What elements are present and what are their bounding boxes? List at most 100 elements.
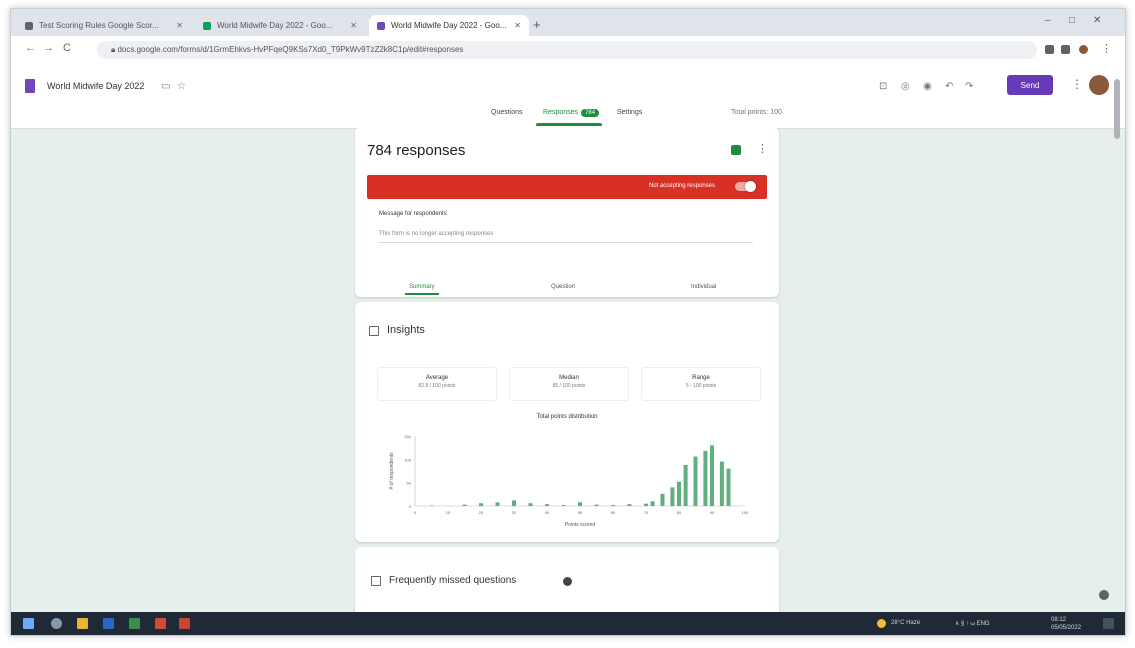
histogram-bar (710, 445, 714, 506)
tab-responses[interactable]: Responses 784 (543, 109, 600, 117)
tab-title: World Midwife Day 2022 - Goo... (391, 21, 507, 30)
message-input[interactable]: This form is no longer accepting respons… (379, 231, 493, 237)
y-tick-label: 100 (404, 457, 411, 462)
tab-questions[interactable]: Questions (491, 109, 523, 116)
responses-summary-card: 784 responses ⋮ Not accepting responses … (355, 127, 779, 297)
addon-icon[interactable]: ⊡ (879, 81, 887, 92)
weather-text[interactable]: 28°C Haze (891, 620, 920, 626)
histogram-bar (726, 468, 731, 506)
stat-range: Range 5 - 100 points (641, 367, 761, 401)
x-tick-label: 0 (414, 510, 417, 515)
histogram-bar (528, 503, 533, 506)
histogram-bar (650, 501, 655, 506)
excel-icon[interactable] (129, 618, 140, 629)
search-icon[interactable] (51, 618, 62, 629)
weather-icon[interactable] (877, 619, 886, 628)
accepting-responses-toggle[interactable] (735, 181, 756, 192)
stat-label: Average (425, 375, 449, 381)
browser-tab-3-active[interactable]: World Midwife Day 2022 - Goo... ✕ (369, 15, 529, 36)
forward-button[interactable]: → (43, 42, 54, 54)
folder-icon[interactable]: ▭ (161, 81, 170, 92)
new-tab-button[interactable]: + (533, 17, 541, 32)
histogram-bar (677, 481, 681, 506)
tab-close-icon[interactable]: ✕ (514, 21, 521, 30)
browser-tab-1[interactable]: Test Scoring Rules Google Scor... ✕ (17, 15, 191, 36)
subtab-summary[interactable]: Summary (409, 284, 435, 290)
sidepanel-icon[interactable] (1061, 45, 1070, 54)
taskbar-clock[interactable]: 08:12 05/05/2022 (1051, 616, 1081, 632)
maximize-button[interactable]: □ (1069, 15, 1075, 26)
url-bar[interactable]: 🔒︎ docs.google.com/forms/d/1GrmEhkvs-HvP… (97, 41, 1037, 59)
histogram-bar (578, 502, 582, 506)
url-text: docs.google.com/forms/d/1GrmEhkvs-HvPFqe… (117, 45, 464, 54)
histogram-bar (703, 450, 708, 506)
reload-button[interactable]: C (63, 42, 71, 54)
insights-icon (369, 326, 379, 336)
link-to-sheets-icon[interactable] (731, 145, 741, 155)
histogram-bar (670, 487, 675, 506)
powerpoint-icon[interactable] (179, 618, 190, 629)
palette-icon[interactable]: ◎ (901, 81, 910, 92)
tab-close-icon[interactable]: ✕ (350, 21, 357, 30)
x-tick-label: 10 (446, 510, 451, 515)
tab-title: Test Scoring Rules Google Scor... (39, 21, 159, 30)
response-count-title: 784 responses (367, 142, 466, 159)
histogram-bar (561, 505, 566, 506)
x-tick-label: 90 (710, 510, 715, 515)
x-tick-label: 40 (545, 510, 550, 515)
start-icon[interactable] (23, 618, 34, 629)
histogram-bar (479, 503, 483, 506)
y-axis-label: # of respondents (389, 452, 395, 490)
insights-title: Insights (387, 324, 425, 336)
tab-favicon-icon (25, 21, 33, 30)
browser-menu-icon[interactable]: ⋮ (1101, 42, 1112, 55)
help-icon[interactable] (563, 577, 572, 586)
x-tick-label: 20 (479, 510, 484, 515)
y-tick-label: 0 (409, 504, 412, 509)
tab-settings[interactable]: Settings (617, 109, 642, 116)
profile-avatar-icon[interactable] (1079, 45, 1088, 54)
extension-icon[interactable] (1045, 45, 1054, 54)
google-forms-logo-icon[interactable] (25, 79, 35, 93)
stat-label: Range (692, 375, 710, 381)
send-button[interactable]: Send (1007, 75, 1053, 95)
notifications-icon[interactable] (1103, 618, 1114, 629)
card-more-icon[interactable]: ⋮ (757, 142, 768, 155)
avatar[interactable] (1089, 75, 1109, 95)
tab-responses-label: Responses (543, 109, 579, 116)
chrome-icon[interactable] (155, 618, 166, 629)
back-button[interactable]: ← (25, 42, 36, 54)
more-options-icon[interactable]: ⋮ (1071, 77, 1083, 91)
redo-icon[interactable]: ↷ (965, 81, 973, 92)
subtab-question[interactable]: Question (551, 284, 575, 290)
histogram-bar (495, 502, 500, 506)
points-distribution-chart: 0 50 100 150 0 10 20 30 40 50 60 70 80 90 100 Points sc… (389, 434, 749, 528)
x-tick-label: 70 (644, 510, 649, 515)
file-explorer-icon[interactable] (77, 618, 88, 629)
tab-close-icon[interactable]: ✕ (176, 21, 183, 30)
message-label: Message for respondents (379, 211, 447, 217)
explore-icon[interactable] (1099, 590, 1109, 600)
close-window-button[interactable]: ✕ (1093, 15, 1101, 26)
system-tray[interactable]: ∧ § ↑ ⟒ ENG (955, 620, 990, 628)
active-tab-indicator (536, 123, 602, 126)
tab-favicon-icon (203, 21, 211, 30)
forms-header: World Midwife Day 2022 ▭ ☆ ⊡ ◎ ◉ ↶ ↷ Sen… (11, 65, 1125, 129)
clock-time: 08:12 (1051, 617, 1067, 623)
star-icon[interactable]: ☆ (177, 81, 186, 92)
histogram-bar (693, 456, 698, 506)
missed-questions-title: Frequently missed questions (389, 575, 517, 586)
word-icon[interactable] (103, 618, 114, 629)
histogram-bar (719, 461, 724, 506)
undo-icon[interactable]: ↶ (945, 81, 953, 92)
x-tick-label: 60 (611, 510, 616, 515)
form-title[interactable]: World Midwife Day 2022 (47, 81, 144, 91)
minimize-button[interactable]: – (1045, 15, 1051, 26)
browser-tab-2[interactable]: World Midwife Day 2022 - Goo... ✕ (195, 15, 365, 36)
histogram-bar (683, 464, 688, 506)
page-scrollbar[interactable] (1114, 79, 1120, 139)
address-bar-row: ← → C 🔒︎ docs.google.com/forms/d/1GrmEhk… (11, 36, 1125, 66)
preview-eye-icon[interactable]: ◉ (923, 81, 932, 92)
message-input-underline (379, 242, 753, 243)
subtab-individual[interactable]: Individual (691, 284, 716, 290)
